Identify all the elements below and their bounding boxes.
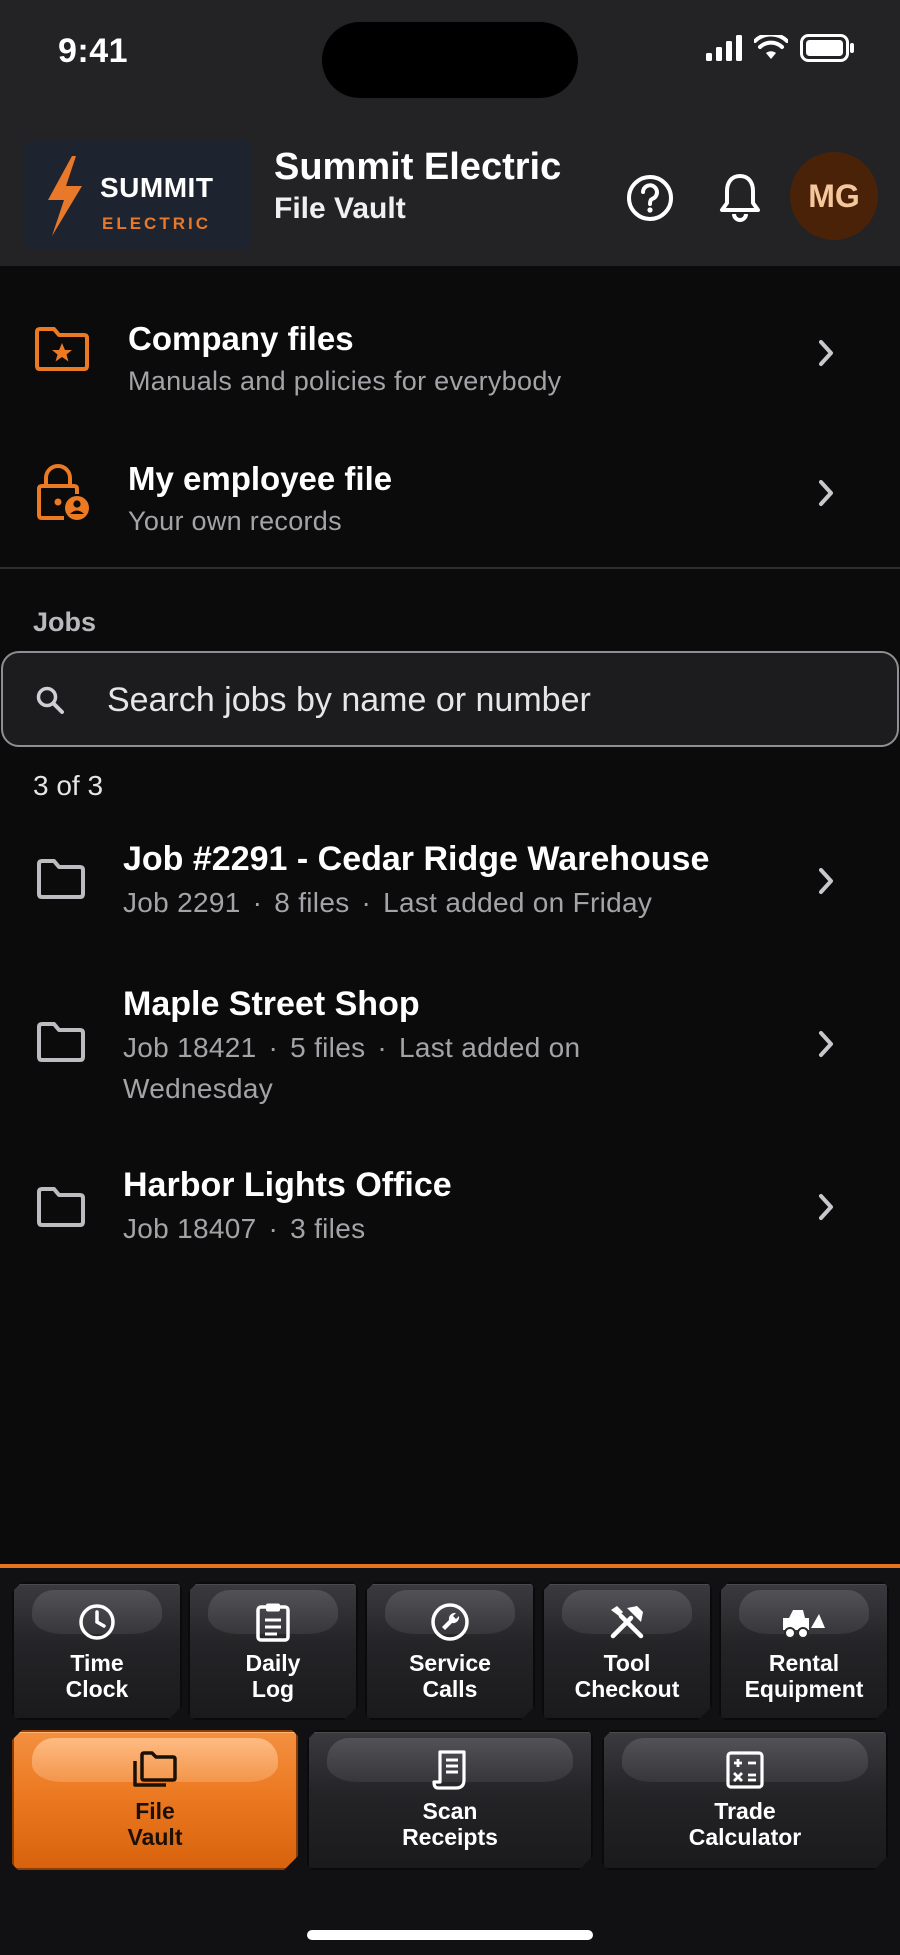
nav-label: Rental Equipment: [744, 1650, 864, 1702]
bell-icon[interactable]: [718, 172, 762, 222]
avatar[interactable]: MG: [790, 152, 878, 240]
nav-label: Scan Receipts: [402, 1798, 498, 1850]
nav-label: Daily Log: [245, 1650, 301, 1702]
status-bar: 9:41: [0, 0, 900, 110]
company-files-row[interactable]: Company files Manuals and policies for e…: [0, 286, 900, 416]
receipt-icon: [432, 1750, 468, 1790]
tools-icon: [607, 1602, 647, 1642]
nav-scan-receipts[interactable]: Scan Receipts: [307, 1730, 593, 1870]
company-logo: SUMMIT ELECTRIC: [24, 140, 252, 250]
lightning-bolt-icon: [48, 156, 82, 236]
my-employee-file-row[interactable]: My employee file Your own records: [0, 426, 900, 556]
quick-link-title: Company files: [128, 320, 354, 357]
calculator-icon: [726, 1751, 764, 1789]
job-title: Job #2291 - Cedar Ridge Warehouse: [123, 840, 710, 878]
folder-icon: [37, 1022, 85, 1062]
job-file-count: 5 files: [290, 1032, 366, 1063]
folder-icon: [37, 859, 85, 899]
job-number: Job 18407: [123, 1213, 257, 1244]
nav-daily-log[interactable]: Daily Log: [188, 1582, 358, 1720]
chevron-right-icon: [819, 868, 833, 894]
logo-wordmark: SUMMIT: [100, 172, 214, 203]
folder-icon: [37, 1187, 85, 1227]
quick-link-subtitle: Your own records: [128, 506, 342, 536]
jobs-section-heading: Jobs: [33, 607, 97, 637]
chevron-right-icon: [819, 1194, 833, 1220]
nav-label: Trade Calculator: [688, 1798, 802, 1850]
results-count: 3 of 3: [33, 770, 104, 801]
folders-icon: [132, 1751, 178, 1789]
job-number: Job 18421: [123, 1032, 257, 1063]
job-number: Job 2291: [123, 887, 241, 918]
logo-wordmark-sub: ELECTRIC: [102, 214, 211, 233]
job-row[interactable]: Maple Street Shop Job 18421 · 5 files · Last…: [0, 975, 900, 1125]
job-meta: Job 2291 · 8 files · Last added on Friday: [123, 887, 653, 918]
status-icons: [706, 34, 856, 62]
chevron-right-icon: [819, 1031, 833, 1057]
chevron-right-icon: [819, 340, 833, 366]
chevron-right-icon: [819, 480, 833, 506]
job-row[interactable]: Job #2291 - Cedar Ridge Warehouse Job 22…: [0, 830, 900, 950]
quick-link-title: My employee file: [128, 460, 393, 497]
quick-link-subtitle: Manuals and policies for everybody: [128, 366, 562, 396]
section-divider: [0, 567, 900, 569]
search-icon: [36, 686, 64, 714]
app-title: Summit Electric: [274, 146, 562, 188]
job-meta: Job 18407 · 3 files: [123, 1213, 366, 1244]
job-meta: Job 18421 · 5 files · Last added on Wednesda…: [123, 1032, 581, 1104]
job-row[interactable]: Harbor Lights Office Job 18407 · 3 files: [0, 1158, 900, 1278]
job-title: Harbor Lights Office: [123, 1166, 452, 1204]
clock-icon: [78, 1603, 116, 1641]
job-search-input[interactable]: [107, 673, 867, 727]
job-file-count: 8 files: [274, 887, 350, 918]
job-title: Maple Street Shop: [123, 985, 420, 1023]
battery-icon: [800, 34, 854, 62]
forklift-icon: [781, 1604, 827, 1640]
help-circle-icon[interactable]: [626, 174, 674, 222]
nav-time-clock[interactable]: Time Clock: [12, 1582, 182, 1720]
dynamic-island: [322, 22, 578, 98]
bottom-dock: Time Clock Daily Log Service Calls Tool …: [0, 1568, 900, 1955]
nav-label: Time Clock: [65, 1650, 129, 1702]
job-file-count: 3 files: [290, 1213, 366, 1244]
nav-trade-calculator[interactable]: Trade Calculator: [602, 1730, 888, 1870]
nav-rental-equipment[interactable]: Rental Equipment: [719, 1582, 889, 1720]
folder-star-icon: [35, 327, 89, 371]
job-last-added: Last added on Friday: [383, 887, 653, 918]
app-header: SUMMIT ELECTRIC Summit Electric File Vau…: [0, 110, 900, 266]
nav-service-calls[interactable]: Service Calls: [365, 1582, 535, 1720]
nav-tool-checkout[interactable]: Tool Checkout: [542, 1582, 712, 1720]
lock-person-icon: [37, 464, 89, 520]
cellular-signal-icon: [706, 35, 742, 61]
job-search-box[interactable]: [1, 651, 899, 747]
wrench-icon: [430, 1602, 470, 1642]
nav-label: File Vault: [127, 1798, 183, 1850]
wifi-icon: [754, 35, 788, 59]
status-time: 9:41: [58, 32, 129, 70]
nav-label: Tool Checkout: [574, 1650, 680, 1702]
nav-label: Service Calls: [409, 1650, 491, 1702]
nav-file-vault[interactable]: File Vault: [12, 1730, 298, 1870]
home-indicator: [307, 1930, 593, 1940]
clipboard-icon: [255, 1602, 291, 1642]
app-subtitle: File Vault: [274, 192, 406, 225]
